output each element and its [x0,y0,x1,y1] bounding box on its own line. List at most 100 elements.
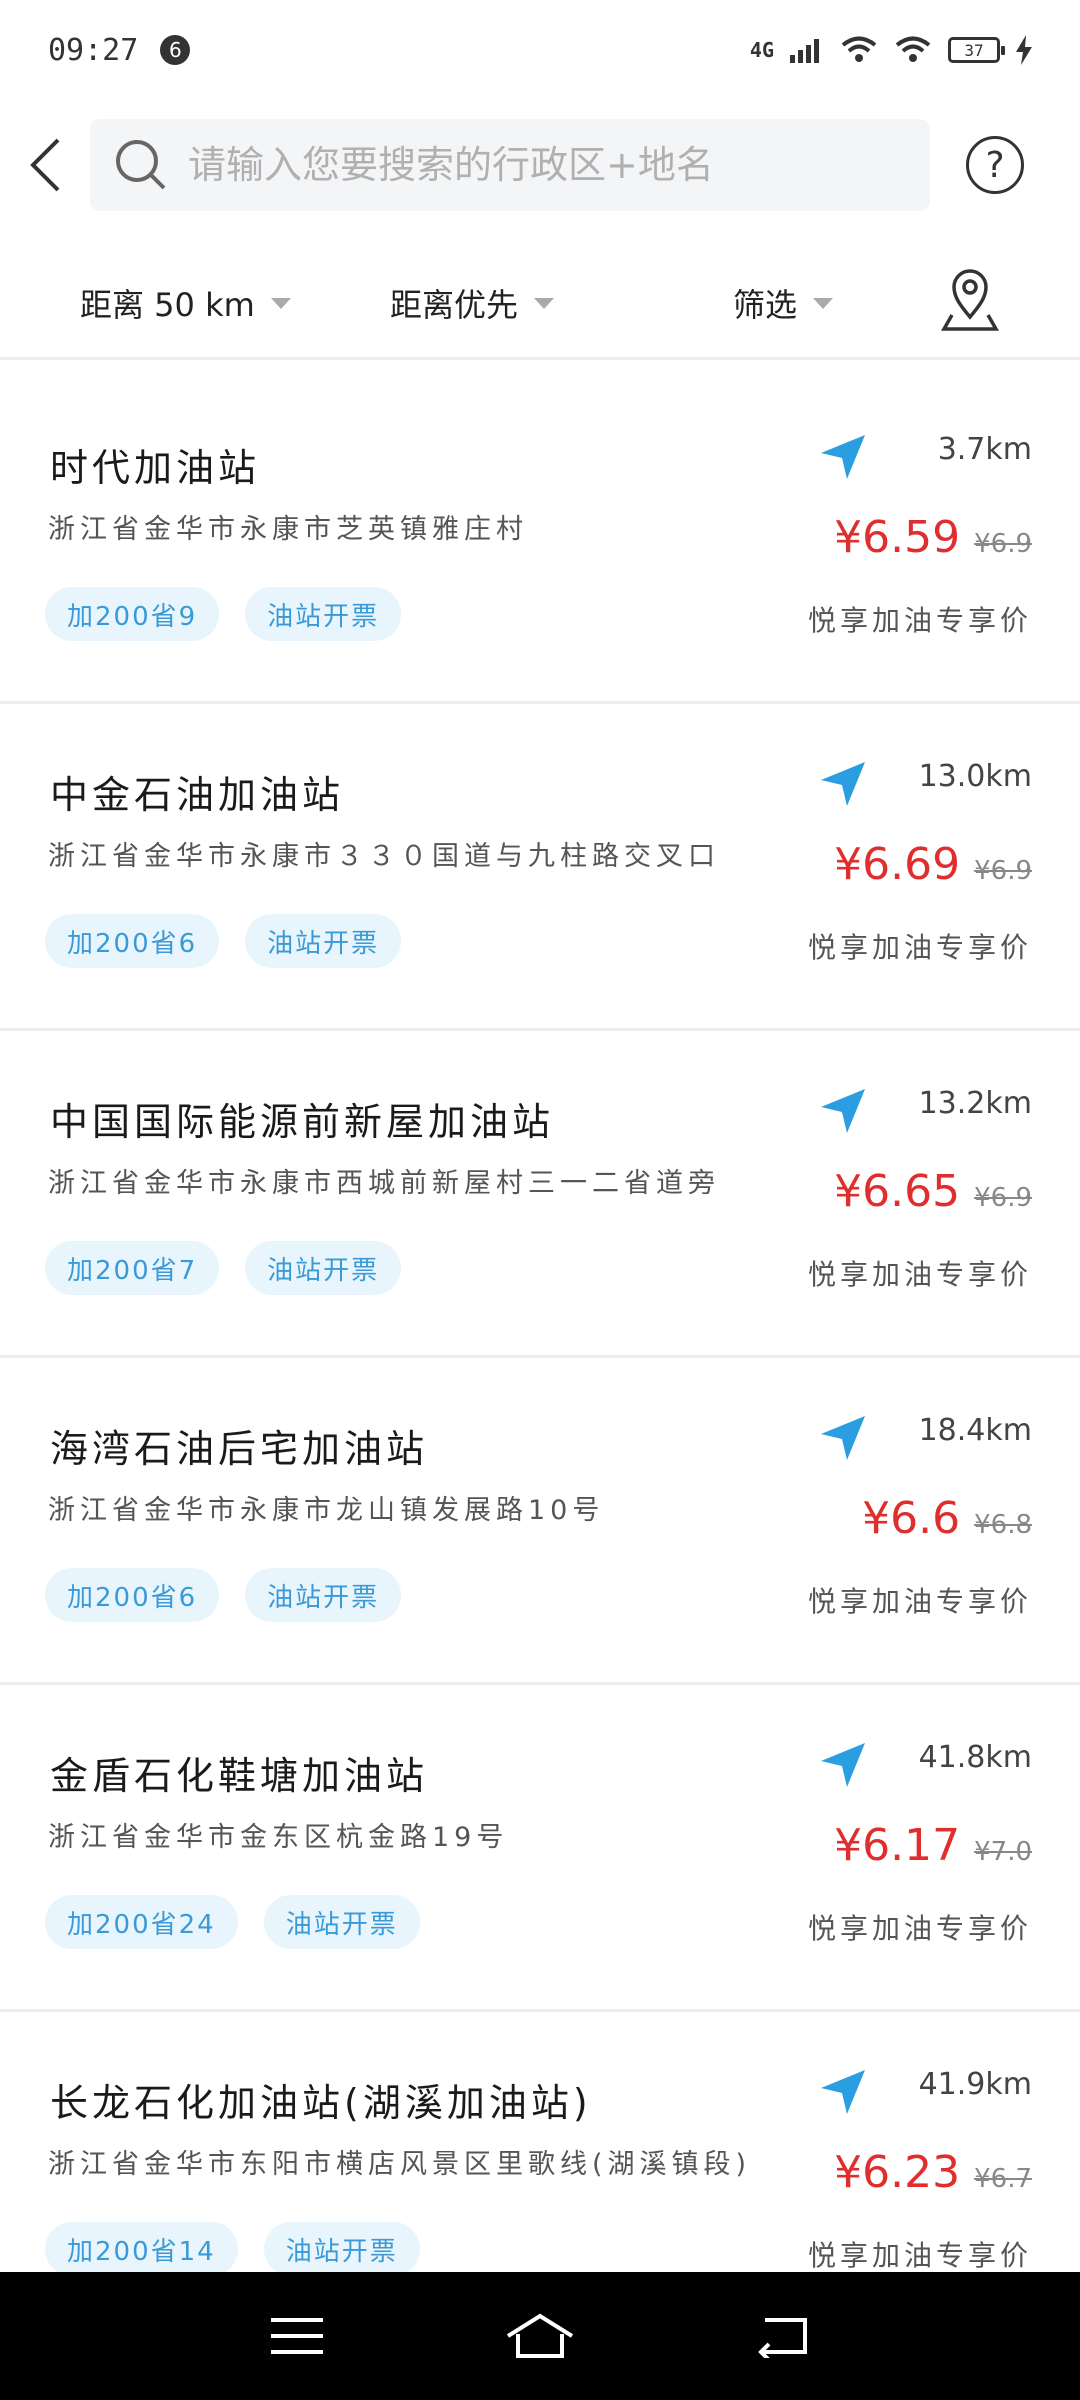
price-row: ¥6.17 ¥7.0 [834,1820,1032,1871]
price-row: ¥6.59 ¥6.9 [834,512,1032,563]
invoice-tag: 油站开票 [245,1241,402,1295]
help-button[interactable]: ? [966,136,1024,194]
station-card[interactable]: 时代加油站 浙江省金华市永康市芝英镇雅庄村 加200省9 油站开票 3.7km … [0,377,1080,704]
distance-filter[interactable]: 距离 50 km [80,280,291,326]
promo-label: 悦享加油专享价 [807,1585,1032,1618]
discount-tag: 加200省9 [45,587,220,641]
station-distance: 41.9km [918,2067,1032,2102]
station-card[interactable]: 长龙石化加油站(湖溪加油站) 浙江省金华市东阳市横店风景区里歌线(湖溪镇段) 加… [0,2012,1080,2277]
charging-icon [1016,35,1032,65]
back-arrow-icon [30,138,60,192]
price-row: ¥6.69 ¥6.9 [834,839,1032,890]
home-icon[interactable] [504,2312,576,2360]
location-button[interactable] [940,265,1000,335]
station-distance: 41.8km [918,1740,1032,1775]
navigate-icon[interactable] [815,1410,871,1466]
original-price: ¥6.7 [974,2164,1032,2194]
network-type: 4G [749,38,774,62]
help-icon: ? [985,144,1005,186]
station-list: 时代加油站 浙江省金华市永康市芝英镇雅庄村 加200省9 油站开票 3.7km … [0,377,1080,2277]
promo-label: 悦享加油专享价 [807,1258,1032,1291]
navigate-icon[interactable] [815,1737,871,1793]
navigate-icon[interactable] [815,756,871,812]
promo-label: 悦享加油专享价 [807,1912,1032,1945]
station-card[interactable]: 金盾石化鞋塘加油站 浙江省金华市金东区杭金路19号 加200省24 油站开票 4… [0,1685,1080,2012]
more-filter[interactable]: 筛选 [733,280,834,326]
station-price: ¥6.69 [834,839,961,890]
location-pin-icon [940,269,1000,331]
discount-tag: 加200省6 [45,1568,220,1622]
navigate-icon[interactable] [815,2064,871,2120]
navigate-icon[interactable] [815,1083,871,1139]
search-input[interactable] [188,143,868,187]
station-tags: 加200省24 油站开票 [45,1895,420,1949]
station-address: 浙江省金华市永康市３３０国道与九柱路交叉口 [48,841,720,872]
menu-icon[interactable] [269,2314,325,2358]
station-name: 长龙石化加油站(湖溪加油站) [50,2081,592,2125]
search-box[interactable] [90,119,930,211]
promo-label: 悦享加油专享价 [807,931,1032,964]
filter-bar: 距离 50 km 距离优先 筛选 [0,245,1080,360]
original-price: ¥6.9 [974,529,1032,559]
station-card[interactable]: 海湾石油后宅加油站 浙江省金华市永康市龙山镇发展路10号 加200省6 油站开票… [0,1358,1080,1685]
invoice-tag: 油站开票 [245,587,402,641]
caret-down-icon [270,297,291,309]
station-name: 中国国际能源前新屋加油站 [50,1100,555,1144]
price-row: ¥6.65 ¥6.9 [834,1166,1032,1217]
station-distance: 13.0km [918,759,1032,794]
navigate-icon[interactable] [815,429,871,485]
status-bar: 09:27 6 4G 37 [0,0,1080,100]
system-nav-bar [0,2272,1080,2400]
original-price: ¥6.9 [974,1183,1032,1213]
sort-filter-label: 距离优先 [390,286,519,324]
original-price: ¥7.0 [974,1837,1032,1867]
discount-tag: 加200省24 [45,1895,238,1949]
station-address: 浙江省金华市永康市芝英镇雅庄村 [48,514,528,545]
station-price: ¥6.23 [834,2147,961,2198]
station-name: 金盾石化鞋塘加油站 [50,1754,429,1798]
original-price: ¥6.9 [974,856,1032,886]
promo-label: 悦享加油专享价 [807,2239,1032,2272]
discount-tag: 加200省14 [45,2222,238,2276]
original-price: ¥6.8 [974,1510,1032,1540]
station-distance: 18.4km [918,1413,1032,1448]
station-price: ¥6.6 [862,1493,961,1544]
station-card[interactable]: 中国国际能源前新屋加油站 浙江省金华市永康市西城前新屋村三一二省道旁 加200省… [0,1031,1080,1358]
discount-tag: 加200省6 [45,914,220,968]
station-price: ¥6.17 [834,1820,961,1871]
station-card[interactable]: 中金石油加油站 浙江省金华市永康市３３０国道与九柱路交叉口 加200省6 油站开… [0,704,1080,1031]
invoice-tag: 油站开票 [245,914,402,968]
caret-down-icon [534,297,555,309]
sort-filter[interactable]: 距离优先 [390,280,555,326]
back-button[interactable] [0,115,90,215]
wifi-plus-icon [841,36,877,62]
more-filter-label: 筛选 [733,286,798,324]
station-address: 浙江省金华市金东区杭金路19号 [48,1822,509,1853]
battery-icon: 37 [948,37,1005,63]
price-row: ¥6.23 ¥6.7 [834,2147,1032,2198]
station-address: 浙江省金华市永康市龙山镇发展路10号 [48,1495,605,1526]
invoice-tag: 油站开票 [263,1895,420,1949]
caret-down-icon [813,297,834,309]
price-row: ¥6.6 ¥6.8 [862,1493,1032,1544]
station-price: ¥6.59 [834,512,961,563]
station-price: ¥6.65 [834,1166,961,1217]
station-tags: 加200省7 油站开票 [45,1241,402,1295]
promo-label: 悦享加油专享价 [807,604,1032,637]
invoice-tag: 油站开票 [245,1568,402,1622]
wifi-icon [895,36,931,62]
search-bar: ? [0,115,1080,215]
station-distance: 13.2km [918,1086,1032,1121]
station-distance: 3.7km [937,432,1032,467]
station-tags: 加200省9 油站开票 [45,587,402,641]
station-address: 浙江省金华市东阳市横店风景区里歌线(湖溪镇段) [48,2149,752,2180]
status-icons: 4G 37 [750,35,1032,65]
battery-level: 37 [964,40,984,60]
station-tags: 加200省6 油站开票 [45,914,402,968]
notification-badge: 6 [160,35,191,65]
search-icon [116,140,166,190]
back-nav-icon[interactable] [755,2314,811,2358]
station-name: 中金石油加油站 [50,773,345,817]
station-tags: 加200省6 油站开票 [45,1568,402,1622]
invoice-tag: 油站开票 [263,2222,420,2276]
